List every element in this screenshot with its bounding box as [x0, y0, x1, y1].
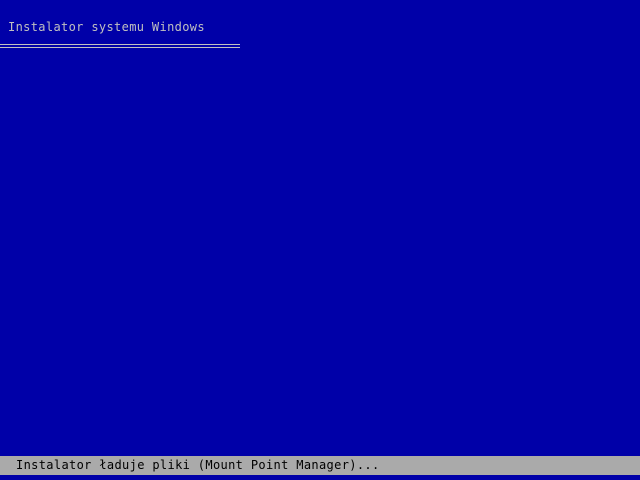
status-message: Instalator ładuje pliki (Mount Point Man… [16, 458, 380, 472]
setup-title: Instalator systemu Windows [8, 20, 205, 34]
setup-screen: Instalator systemu Windows Instalator ła… [0, 0, 640, 480]
status-bar: Instalator ładuje pliki (Mount Point Man… [0, 456, 640, 475]
title-underline-bottom [0, 47, 240, 48]
title-underline-top [0, 44, 240, 45]
